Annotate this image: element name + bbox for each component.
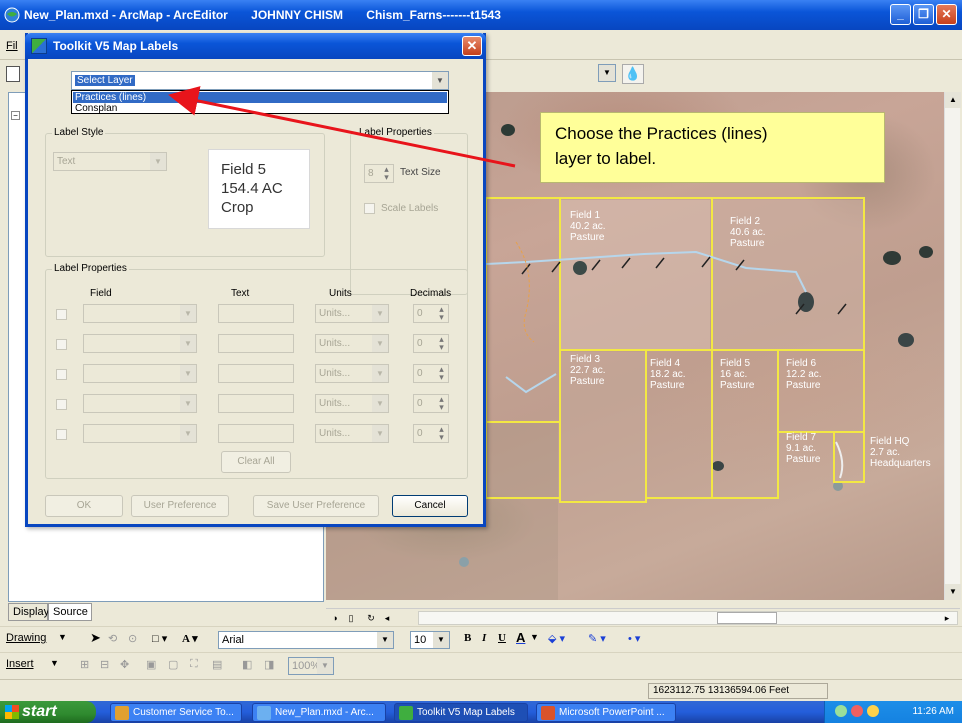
callout-arrow [168, 86, 516, 168]
red-arrow-icon [168, 86, 516, 168]
